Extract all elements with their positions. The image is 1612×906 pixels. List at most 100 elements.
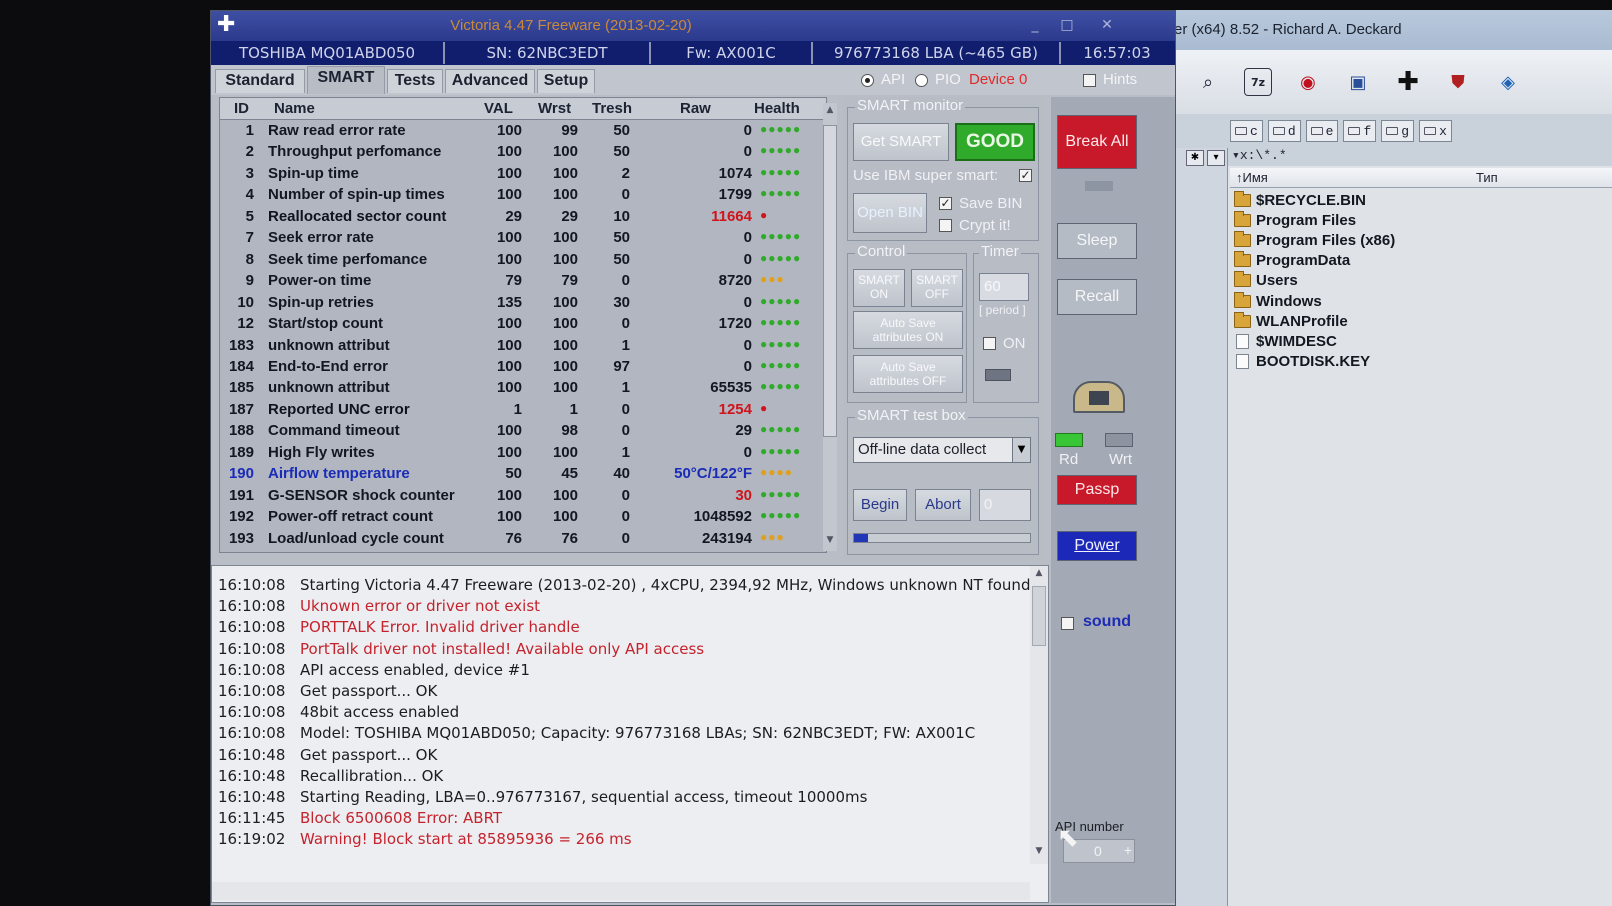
table-row[interactable]: 8 Seek time perfomance 100 100 50 0 ●●●●● — [220, 250, 826, 271]
header-tresh[interactable]: Tresh — [592, 100, 632, 117]
power-button[interactable]: Power — [1057, 531, 1137, 561]
table-row[interactable]: 5 Reallocated sector count 29 29 10 11664 ● — [220, 207, 826, 228]
sound-checkbox[interactable] — [1061, 617, 1074, 630]
star-icon[interactable]: ✱ — [1186, 150, 1204, 166]
table-row[interactable]: 7 Seek error rate 100 100 50 0 ●●●●● — [220, 228, 826, 249]
open-bin-button[interactable]: Open BIN — [853, 193, 927, 233]
tab-tests[interactable]: Tests — [387, 69, 443, 93]
maximize-button[interactable]: □ — [1057, 17, 1077, 35]
column-name-header[interactable]: ↑Имя — [1236, 170, 1268, 185]
begin-button[interactable]: Begin — [853, 489, 907, 521]
list-item[interactable]: Users — [1234, 271, 1610, 291]
header-name[interactable]: Name — [274, 100, 315, 117]
archive-icon[interactable]: 7z — [1244, 68, 1272, 96]
table-row[interactable]: 193 Load/unload cycle count 76 76 0 243194 ●●● — [220, 529, 826, 550]
hints-checkbox[interactable] — [1083, 74, 1096, 87]
table-row[interactable]: 192 Power-off retract count 100 100 0 1048592… — [220, 507, 826, 528]
log-message: Uknown error or driver not exist — [300, 597, 541, 616]
save-bin-checkbox[interactable]: ✓ — [939, 197, 952, 210]
test-count-input[interactable]: 0 — [979, 489, 1031, 521]
table-row[interactable]: 189 High Fly writes 100 100 1 0 ●●●●● — [220, 443, 826, 464]
list-item[interactable]: $RECYCLE.BIN — [1234, 190, 1610, 210]
column-type-header[interactable]: Тип — [1476, 170, 1498, 185]
header-health[interactable]: Health — [754, 100, 800, 117]
chevron-down-icon[interactable]: ▼ — [1012, 438, 1030, 462]
drive-e-button[interactable]: e — [1305, 120, 1339, 142]
table-row[interactable]: 10 Spin-up retries 135 100 30 0 ●●●●● — [220, 293, 826, 314]
header-id[interactable]: ID — [234, 100, 249, 117]
scrollbar-thumb[interactable] — [823, 125, 837, 437]
api-radio[interactable] — [861, 74, 874, 87]
drive-c-button[interactable]: c — [1230, 120, 1263, 142]
scroll-down-icon[interactable]: ▼ — [1032, 846, 1046, 856]
close-button[interactable]: ✕ — [1097, 17, 1117, 35]
table-row[interactable]: 184 End-to-End error 100 100 97 0 ●●●●● — [220, 357, 826, 378]
chevron-down-icon[interactable]: ▾ — [1207, 150, 1225, 166]
passport-button[interactable]: Passp — [1057, 475, 1137, 505]
table-row[interactable]: 185 unknown attribut 100 100 1 65535 ●●●●● — [220, 378, 826, 399]
shield-icon[interactable]: ⛊ — [1444, 68, 1472, 96]
scroll-up-icon[interactable]: ▲ — [823, 105, 837, 115]
table-row[interactable]: 187 Reported UNC error 1 1 0 1254 ● — [220, 400, 826, 421]
disc-icon[interactable]: ◉ — [1294, 68, 1322, 96]
test-type-select[interactable]: Off-line data collect ▼ — [853, 437, 1031, 463]
table-row[interactable]: 183 unknown attribut 100 100 1 0 ●●●●● — [220, 336, 826, 357]
table-row[interactable]: 9 Power-on time 79 79 0 8720 ●●● — [220, 271, 826, 292]
list-item[interactable]: ProgramData — [1234, 251, 1610, 271]
smart-off-button[interactable]: SMART OFF — [911, 269, 963, 307]
get-smart-button[interactable]: Get SMART — [853, 123, 949, 161]
smart-on-button[interactable]: SMART ON — [853, 269, 905, 307]
title-bar[interactable]: ✚ Victoria 4.47 Freeware (2013-02-20) _ … — [211, 11, 1175, 41]
scroll-down-icon[interactable]: ▼ — [823, 535, 837, 545]
device-label[interactable]: Device 0 — [969, 71, 1027, 88]
sleep-button[interactable]: Sleep — [1057, 223, 1137, 259]
table-row[interactable]: 1 Raw read error rate 100 99 50 0 ●●●●● — [220, 121, 826, 142]
list-item[interactable]: Program Files (x86) — [1234, 230, 1610, 250]
computer-icon[interactable]: ▣ — [1344, 68, 1372, 96]
ibm-smart-checkbox[interactable]: ✓ — [1019, 169, 1032, 182]
scrollbar-thumb[interactable] — [1032, 586, 1046, 646]
tab-advanced[interactable]: Advanced — [445, 69, 535, 93]
list-item[interactable]: WLANProfile — [1234, 311, 1610, 331]
log-horizontal-scrollbar[interactable] — [212, 882, 1030, 900]
drive-x-button[interactable]: x — [1419, 120, 1452, 142]
minimize-button[interactable]: _ — [1025, 17, 1045, 35]
drive-g-button[interactable]: g — [1381, 120, 1415, 142]
auto-save-off-button[interactable]: Auto Save attributes OFF — [853, 355, 963, 393]
tab-standard[interactable]: Standard — [215, 69, 305, 93]
table-row[interactable]: 188 Command timeout 100 98 0 29 ●●●●● — [220, 421, 826, 442]
table-row[interactable]: 2 Throughput perfomance 100 100 50 0 ●●●●● — [220, 142, 826, 163]
tab-setup[interactable]: Setup — [537, 69, 595, 93]
list-item[interactable]: $WIMDESC — [1234, 331, 1610, 351]
pio-radio[interactable] — [915, 74, 928, 87]
table-row[interactable]: 190 Airflow temperature 50 45 40 50°C/122°F ●●… — [220, 464, 826, 485]
search-tool-icon[interactable]: ⌕ — [1194, 68, 1222, 96]
list-item[interactable]: Program Files — [1234, 210, 1610, 230]
network-icon[interactable]: ◈ — [1494, 68, 1522, 96]
plus-tool-icon[interactable]: ✚ — [1394, 67, 1422, 97]
drive-d-button[interactable]: d — [1267, 120, 1301, 142]
timer-on-checkbox[interactable] — [983, 337, 996, 350]
log-scrollbar[interactable]: ▲ ▼ — [1030, 566, 1048, 864]
table-row[interactable]: 4 Number of spin-up times 100 100 0 1799 ●●●●● — [220, 185, 826, 206]
timer-input[interactable]: 60 — [979, 273, 1029, 301]
abort-button[interactable]: Abort — [915, 489, 971, 521]
list-item[interactable]: Windows — [1234, 291, 1610, 311]
crypt-checkbox[interactable] — [939, 219, 952, 232]
table-row[interactable]: 3 Spin-up time 100 100 2 1074 ●●●●● — [220, 164, 826, 185]
table-row[interactable]: 12 Start/stop count 100 100 0 1720 ●●●●● — [220, 314, 826, 335]
auto-save-on-button[interactable]: Auto Save attributes ON — [853, 311, 963, 349]
path-bar[interactable]: ▾x:\*.* — [1228, 148, 1612, 166]
scroll-up-icon[interactable]: ▲ — [1032, 568, 1046, 578]
table-row[interactable]: 191 G-SENSOR shock counter 100 100 0 30 ●●●●● — [220, 486, 826, 507]
list-item[interactable]: BOOTDISK.KEY — [1234, 352, 1610, 372]
header-val[interactable]: VAL — [484, 100, 513, 117]
break-all-button[interactable]: Break All — [1057, 115, 1137, 169]
table-scrollbar[interactable]: ▲ ▼ — [823, 103, 837, 551]
tab-smart[interactable]: SMART — [307, 66, 385, 94]
plus-icon[interactable]: + — [1124, 842, 1132, 858]
drive-f-button[interactable]: f — [1343, 120, 1377, 142]
recall-button[interactable]: Recall — [1057, 279, 1137, 315]
header-wrst[interactable]: Wrst — [538, 100, 571, 117]
header-raw[interactable]: Raw — [680, 100, 711, 117]
